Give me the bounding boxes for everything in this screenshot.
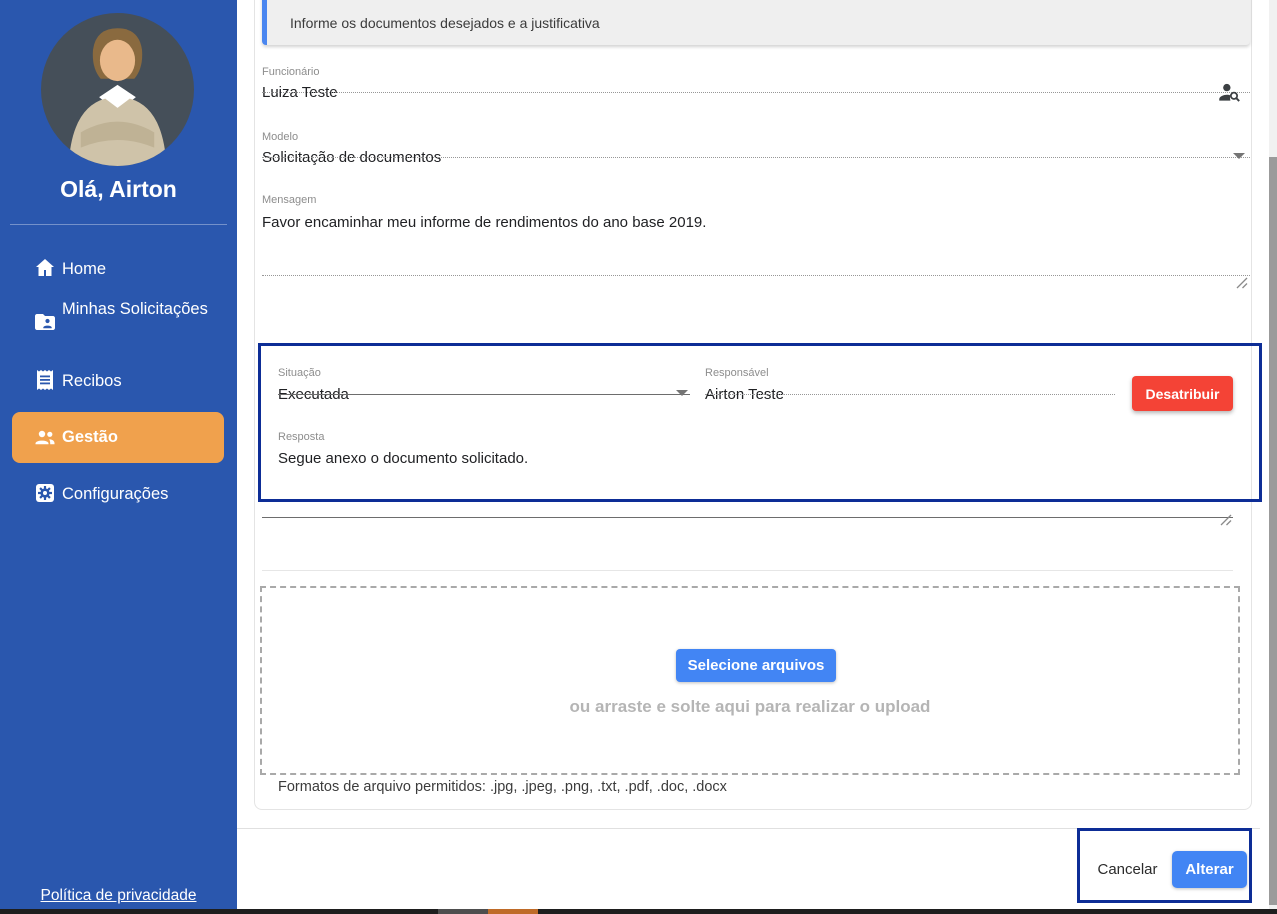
select-files-button[interactable]: Selecione arquivos <box>676 649 836 682</box>
sidebar-item-label: Gestão <box>62 428 118 446</box>
resposta-underline <box>262 517 1233 518</box>
funcionario-label: Funcionário <box>262 66 320 78</box>
resposta-label: Resposta <box>278 431 325 443</box>
allowed-formats-text: Formatos de arquivo permitidos: .jpg, .j… <box>278 779 727 795</box>
mensagem-value[interactable]: Favor encaminhar meu informe de rendimen… <box>262 214 1222 231</box>
chevron-down-icon[interactable] <box>676 390 688 396</box>
resize-handle-icon[interactable] <box>1236 276 1248 289</box>
folder-shared-icon <box>33 310 57 334</box>
home-icon <box>33 256 57 280</box>
cancel-button[interactable]: Cancelar <box>1085 851 1170 888</box>
strip-segment-orange <box>488 909 538 914</box>
strip-segment-gray <box>438 909 488 914</box>
info-banner: Informe os documentos desejados e a just… <box>262 0 1250 45</box>
privacy-policy-link[interactable]: Política de privacidade <box>0 887 237 905</box>
sidebar-item-label: Recibos <box>62 372 122 390</box>
section-divider <box>262 570 1233 571</box>
sidebar-item-label: Home <box>62 260 107 278</box>
scrollbar-track[interactable] <box>1269 0 1277 909</box>
sidebar-divider <box>10 224 227 225</box>
sidebar-item-label: Configurações <box>62 485 169 503</box>
sidebar-item-home[interactable]: Home <box>0 252 237 286</box>
sidebar-item-gestao[interactable]: Gestão <box>12 412 224 463</box>
resize-handle-icon[interactable] <box>1220 513 1232 526</box>
bottom-edge-strip <box>0 909 1277 914</box>
modelo-label: Modelo <box>262 131 299 143</box>
desatribuir-button[interactable]: Desatribuir <box>1132 376 1233 411</box>
responsavel-label: Responsável <box>705 367 769 379</box>
greeting-text: Olá, Airton <box>60 176 177 202</box>
resposta-value[interactable]: Segue anexo o documento solicitado. <box>278 450 1218 467</box>
alterar-button[interactable]: Alterar <box>1172 851 1247 888</box>
people-icon <box>33 425 57 449</box>
sidebar-item-recibos[interactable]: Recibos <box>0 364 237 398</box>
situacao-underline <box>278 394 690 395</box>
settings-icon <box>33 481 57 505</box>
funcionario-underline <box>262 92 1250 93</box>
modelo-underline <box>262 157 1250 158</box>
mensagem-underline <box>262 275 1250 276</box>
sidebar: Olá, Airton Home Minhas Solicitações Rec… <box>0 0 237 909</box>
drag-drop-text: ou arraste e solte aqui para realizar o … <box>569 697 931 716</box>
scrollbar-thumb[interactable] <box>1269 157 1277 905</box>
chevron-down-icon[interactable] <box>1233 153 1245 159</box>
info-banner-text: Informe os documentos desejados e a just… <box>290 15 600 31</box>
app-window: Olá, Airton Home Minhas Solicitações Rec… <box>0 0 1277 914</box>
responsavel-underline <box>705 394 1115 395</box>
person-search-icon[interactable] <box>1216 80 1242 111</box>
situacao-label: Situação <box>278 367 321 379</box>
sidebar-item-configuracoes[interactable]: Configurações <box>0 477 237 511</box>
footer-divider <box>237 828 1260 829</box>
mensagem-label: Mensagem <box>262 194 317 206</box>
sidebar-item-minhas-solicitacoes[interactable]: Minhas Solicitações <box>0 296 237 348</box>
sidebar-item-label: Minhas Solicitações <box>62 300 208 318</box>
receipt-icon <box>33 368 57 392</box>
avatar <box>41 13 194 166</box>
